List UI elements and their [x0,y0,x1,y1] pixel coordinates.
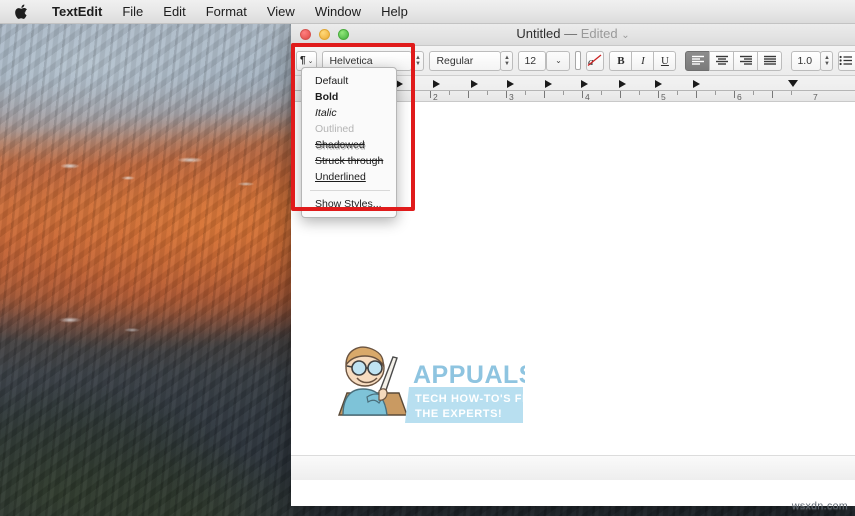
list-style-button[interactable]: ⌄ [838,50,855,71]
align-justify-button[interactable] [757,50,783,71]
font-style-value: Regular [436,54,474,67]
wallpaper-snow-detail [40,144,290,204]
ruler-number: 3 [509,92,514,102]
ruler-number: 7 [813,92,818,102]
edited-state-label: Edited [580,25,618,41]
paragraph-style-dropdown-menu: Default Bold Italic Outlined Shadowed St… [301,67,397,218]
close-button[interactable] [300,29,311,40]
font-family-stepper[interactable]: ▲ ▼ [411,50,425,71]
style-menu-item-default[interactable]: Default [302,73,396,89]
style-menu-item-shadowed[interactable]: Shadowed [302,137,396,153]
menu-item-format[interactable]: Format [196,0,257,24]
tab-marker[interactable] [655,80,662,88]
traffic-light-group [291,29,349,40]
tab-marker[interactable] [471,80,478,88]
underline-button[interactable]: U [653,50,677,71]
stepper-down-icon: ▼ [503,60,510,67]
tab-marker[interactable] [396,80,403,88]
clear-formatting-button[interactable]: a [586,50,605,71]
svg-text:THE EXPERTS!: THE EXPERTS! [415,408,502,420]
wallpaper-snow-detail-lower [20,304,220,344]
tab-marker[interactable] [693,80,700,88]
font-style-field[interactable]: Regular [429,50,502,71]
tab-marker[interactable] [507,80,514,88]
italic-button[interactable]: I [631,50,655,71]
alignment-button-group [685,50,783,71]
line-spacing-field[interactable]: 1.0 [791,50,822,71]
window-title: Untitled — Edited ⌄ [291,24,855,47]
font-style-stepper[interactable]: ▲ ▼ [500,50,514,71]
maximize-button[interactable] [338,29,349,40]
stepper-down-icon: ▼ [414,60,421,67]
tab-marker[interactable] [581,80,588,88]
text-color-swatch[interactable] [575,51,582,70]
menu-item-file[interactable]: File [112,0,153,24]
tab-marker[interactable] [545,80,552,88]
bold-button[interactable]: B [609,50,633,71]
tab-marker[interactable] [433,80,440,88]
document-name: Untitled [516,25,561,41]
style-menu-item-show-styles[interactable]: Show Styles... [302,196,396,212]
ruler-number: 6 [737,92,742,102]
menu-item-edit[interactable]: Edit [153,0,195,24]
align-center-button[interactable] [709,50,735,71]
style-menu-item-italic[interactable]: Italic [302,105,396,121]
chevron-down-icon: ⌄ [307,57,314,65]
align-right-button[interactable] [733,50,759,71]
watermark-text: wsxdn.com [791,500,848,512]
list-icon [839,55,853,66]
style-menu-item-struck-through[interactable]: Struck through [302,153,396,169]
apple-logo-icon[interactable] [14,3,30,21]
menu-item-view[interactable]: View [257,0,305,24]
stepper-down-icon: ▼ [823,60,830,67]
style-menu-item-bold[interactable]: Bold [302,89,396,105]
menu-item-help[interactable]: Help [371,0,418,24]
text-style-button-group: B I U [609,50,677,71]
title-dash: — [564,25,578,41]
chevron-down-icon: ⌄ [555,56,562,65]
font-size-field[interactable]: 12 [518,50,547,71]
ruler-number: 5 [661,92,666,102]
svg-text:APPUALS: APPUALS [413,361,525,389]
ruler-number: 2 [433,92,438,102]
tab-marker[interactable] [619,80,626,88]
appuals-logo: APPUALS TECH HOW-TO'S FROM THE EXPERTS! [333,335,549,427]
right-indent-marker[interactable] [788,80,798,87]
style-menu-item-outlined: Outlined [315,122,355,135]
menu-item-textedit[interactable]: TextEdit [42,0,112,24]
minimize-button[interactable] [319,29,330,40]
ruler-number: 4 [585,92,590,102]
font-size-value: 12 [524,54,537,67]
font-size-dropdown[interactable]: ⌄ [546,50,571,71]
menu-item-window[interactable]: Window [305,0,371,24]
svg-text:TECH HOW-TO'S FROM: TECH HOW-TO'S FROM [415,393,525,405]
style-menu-item-underlined[interactable]: Underlined [302,169,396,185]
window-title-bar[interactable]: Untitled — Edited ⌄ [291,24,855,46]
line-spacing-value: 1.0 [797,54,813,67]
menu-bar: TextEdit File Edit Format View Window He… [0,0,855,24]
screen-root: TextEdit File Edit Format View Window He… [0,0,855,516]
align-left-button[interactable] [685,50,711,71]
menu-separator [310,190,390,191]
font-family-value: Helvetica [329,54,373,67]
pilcrow-icon: ¶ [300,55,306,66]
line-spacing-stepper[interactable]: ▲ ▼ [820,50,834,71]
window-status-bar [291,455,855,480]
title-chevron-down-icon[interactable]: ⌄ [621,30,629,41]
